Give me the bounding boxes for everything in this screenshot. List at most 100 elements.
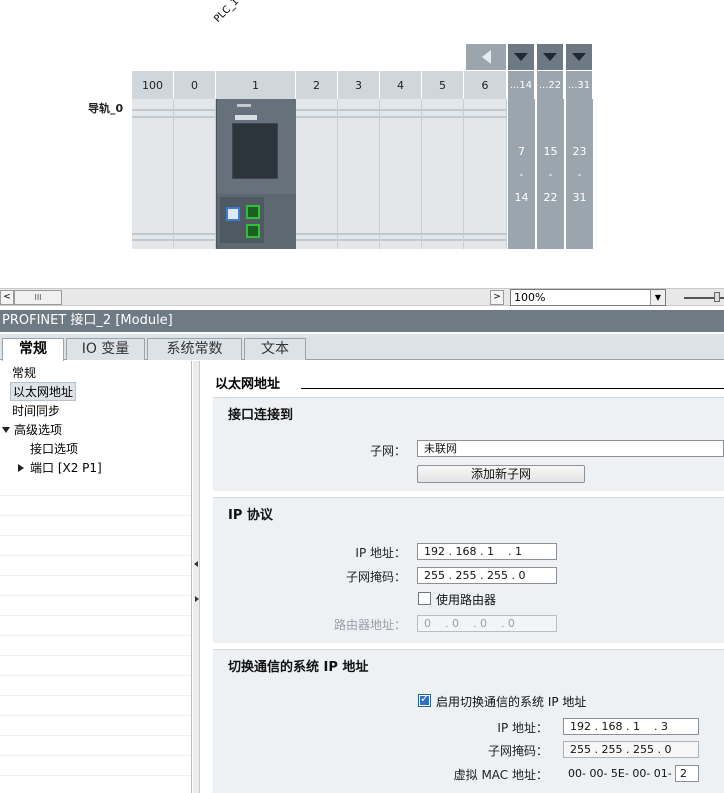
slot-100[interactable] [132,99,174,249]
ip-address-field[interactable]: 192 . 168 . 1 . 1 [417,543,557,560]
zoom-select[interactable]: 100% ▼ [510,289,666,306]
cpu-module[interactable] [216,99,296,249]
expand-group-3-button[interactable] [566,44,592,70]
horizontal-scrollbar-thumb[interactable]: III [14,290,62,305]
slot-3[interactable] [338,99,380,249]
slot-header-3: 3 [338,71,380,99]
subnet-label: 子网： [369,444,406,458]
slot-0[interactable] [174,99,216,249]
subnet-mask-label: 子网掩码： [345,570,406,584]
switchover-title: 切换通信的系统 IP 地址 [228,660,369,675]
status-led-icon [237,104,251,107]
tree-item-advanced[interactable]: 高级选项 [2,421,62,438]
expand-right-icon[interactable] [195,596,199,602]
tree-item-time-sync[interactable]: 时间同步 [12,402,60,419]
expanded-icon[interactable] [2,427,10,433]
ethernet-address-content: 以太网地址 接口连接到 子网： 未联网 添加新子网 IP 协议 IP 地址： 1… [201,361,724,793]
group-dash: - [519,168,524,181]
expand-group-1-button[interactable] [508,44,534,70]
cpu-front [217,99,296,194]
virtual-mac-last-field[interactable]: 2 [675,765,699,782]
slot-header-2: 2 [296,71,338,99]
add-subnet-button[interactable]: 添加新子网 [417,465,585,483]
profinet-port-icon[interactable] [226,207,240,221]
group-from: 15 [543,145,558,158]
subnet-mask-field[interactable]: 255 . 255 . 255 . 0 [417,567,557,584]
port-area [220,197,264,243]
group-header-2: ...22 [537,71,564,99]
slot-5[interactable] [422,99,464,249]
group-to: 31 [572,191,587,204]
slot-group-15-22[interactable]: 15 - 22 [537,99,564,249]
tab-texts[interactable]: 文本 [244,338,306,360]
ip-protocol-box: IP 协议 IP 地址： 192 . 168 . 1 . 1 子网掩码： 255… [213,497,724,643]
tree-item-ethernet-address[interactable]: 以太网地址 [10,382,77,401]
switchover-ip-label: IP 地址： [497,721,548,735]
zoom-slider-knob[interactable] [714,292,720,302]
group-from: 23 [572,145,587,158]
switchover-box: 切换通信的系统 IP 地址 启用切换通信的系统 IP 地址 IP 地址： 192… [213,649,724,793]
group-to: 14 [514,191,529,204]
panel-splitter[interactable] [193,361,200,793]
collapsed-icon[interactable] [18,464,24,472]
slot-group-7-14[interactable]: 7 - 14 [508,99,535,249]
chevron-down-icon[interactable]: ▼ [650,290,665,305]
slot-2[interactable] [296,99,338,249]
subnet-field[interactable]: 未联网 [417,440,724,457]
ip-protocol-title: IP 协议 [228,508,273,523]
interface-connection-box: 接口连接到 子网： 未联网 添加新子网 [213,397,724,491]
tree-item-interface-options[interactable]: 接口选项 [30,440,78,457]
virtual-mac-prefix: 00- 00- 5E- 00- 01- [568,767,672,780]
slot-6[interactable] [464,99,507,249]
slot-header-6: 6 [464,71,507,99]
switchover-mask-label: 子网掩码： [487,744,548,758]
brand-logo-icon [235,115,257,120]
tab-general[interactable]: 常规 [2,338,64,361]
slot-header-5: 5 [422,71,464,99]
tab-bar: 常规 IO 变量 系统常数 文本 [0,334,724,361]
slot-group-23-31[interactable]: 23 - 31 [566,99,593,249]
zoom-slider[interactable] [684,292,724,302]
slot-header-4: 4 [380,71,422,99]
router-address-label: 路由器地址： [333,618,406,632]
switchover-ip-field[interactable]: 192 . 168 . 1 . 3 [563,718,699,735]
group-dash: - [548,168,553,181]
group-header-3: ...31 [566,71,593,99]
virtual-mac-label: 虚拟 MAC 地址： [453,768,548,782]
navigation-tree: 常规 以太网地址 时间同步 高级选项 接口选项 端口 [X2 P1] [0,361,192,793]
collapse-left-icon[interactable] [194,561,198,567]
scroll-left-button[interactable] [466,44,506,70]
group-dash: - [577,168,582,181]
interface-connection-title: 接口连接到 [228,408,294,423]
scroll-right-arrow[interactable]: > [490,290,504,305]
slot-header-0: 0 [174,71,216,99]
use-router-label: 使用路由器 [436,593,497,607]
plc-label: PLC_1 [212,0,242,26]
section-heading: 以太网地址 [215,377,281,392]
slot-header-100: 100 [132,71,174,99]
rail-label: 导轨_0 [88,102,124,115]
cpu-display [232,123,278,179]
panel-title: PROFINET 接口_2 [Module] [0,310,724,332]
tree-item-label: 高级选项 [14,423,63,437]
switchover-mask-field: 255 . 255 . 255 . 0 [563,741,699,758]
router-address-field[interactable]: 0 . 0 . 0 . 0 [417,615,557,632]
slot-header-1: 1 [216,71,296,99]
arrow-down-icon [543,53,557,61]
zoom-value: 100% [514,291,546,304]
tree-item-port[interactable]: 端口 [X2 P1] [18,459,102,476]
scroll-left-arrow[interactable]: < [0,290,14,305]
slot-4[interactable] [380,99,422,249]
expand-group-2-button[interactable] [537,44,563,70]
group-to: 22 [543,191,558,204]
ip-address-label: IP 地址： [355,546,406,560]
use-router-checkbox[interactable] [418,592,431,605]
view-toolbar: < III > 100% ▼ [0,288,724,306]
ethernet-port-icon[interactable] [246,224,260,238]
tree-item-general[interactable]: 常规 [12,364,36,381]
tree-item-label: 端口 [X2 P1] [30,461,102,475]
ethernet-port-icon[interactable] [246,205,260,219]
enable-switchover-checkbox[interactable] [418,692,431,707]
tab-system-constants[interactable]: 系统常数 [147,338,242,360]
tab-io-tags[interactable]: IO 变量 [66,338,145,360]
